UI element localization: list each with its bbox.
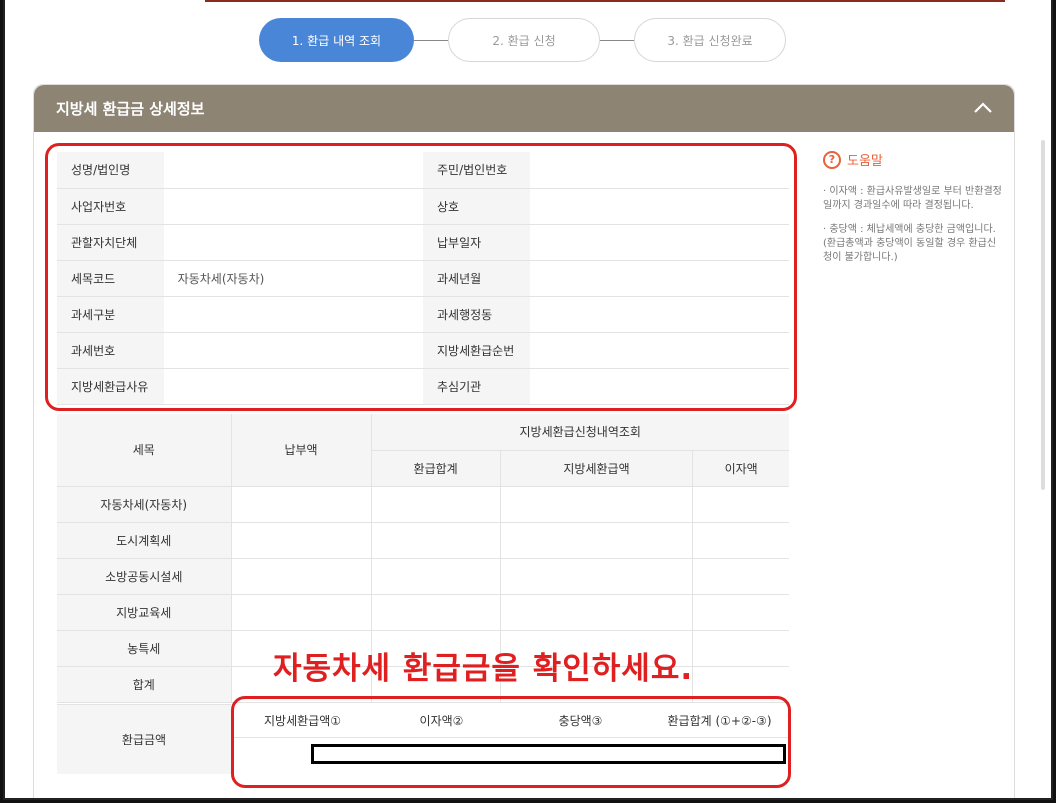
header-paid-amount: 납부액 [230,414,371,487]
table-row: 도시계획세 [57,522,789,559]
row-label: 도시계획세 [57,522,231,559]
help-item-interest: · 이자액 : 환급사유발생일로 부터 반환결정일까지 경과일수에 따라 결정됩… [823,186,1002,211]
chevron-up-icon[interactable] [972,97,994,119]
row-label: 자동차세(자동차) [57,486,231,523]
step-connector [414,40,448,41]
table-row: 자동차세(자동차) [57,486,789,523]
table-header-row: 세목 납부액 지방세환급신청내역조회 [57,414,789,487]
annotation-text: 자동차세 환급금을 확인하세요. [273,651,694,687]
step-2-apply[interactable]: 2. 환급 신청 [448,18,600,62]
help-item-offset: · 충당액 : 체납세액에 충당한 금액입니다. (환급총액과 충당액이 동일할… [823,224,997,263]
row-label-total: 합계 [57,666,231,703]
table-row: 지방교육세 [57,594,789,631]
refund-amount-label: 환급금액 [57,704,231,774]
header-local-refund: 지방세환급액 [499,450,693,487]
panel-header: 지방세 환급금 상세정보 [34,85,1014,132]
top-accent-line [205,0,1005,4]
row-label: 지방교육세 [57,594,231,631]
header-refund-inquiry: 지방세환급신청내역조회 [370,414,789,451]
row-label: 농특세 [57,630,231,667]
scrollbar[interactable] [1041,140,1045,490]
question-icon: ? [823,150,841,169]
header-tax-item: 세목 [57,414,231,487]
panel-title: 지방세 환급금 상세정보 [56,100,205,118]
browser-window: 1. 환급 내역 조회 2. 환급 신청 3. 환급 신청완료 지방세 환급금 … [3,0,1053,800]
step-3-complete[interactable]: 3. 환급 신청완료 [634,18,786,62]
row-label: 소방공동시설세 [57,558,231,595]
help-panel: ? 도움말 · 이자액 : 환급사유발생일로 부터 반환결정일까지 경과일수에 … [823,150,1003,275]
refund-highlight-box [231,696,791,788]
header-refund-total: 환급합계 [370,450,501,487]
help-heading: ? 도움말 [823,150,1003,169]
header-interest: 이자액 [692,450,789,487]
table-row: 소방공동시설세 [57,558,789,595]
info-highlight-box [45,143,797,411]
redacted-amount-bar [311,744,786,764]
step-1-lookup[interactable]: 1. 환급 내역 조회 [259,18,414,62]
step-connector [600,40,634,41]
help-title: 도움말 [847,154,883,169]
